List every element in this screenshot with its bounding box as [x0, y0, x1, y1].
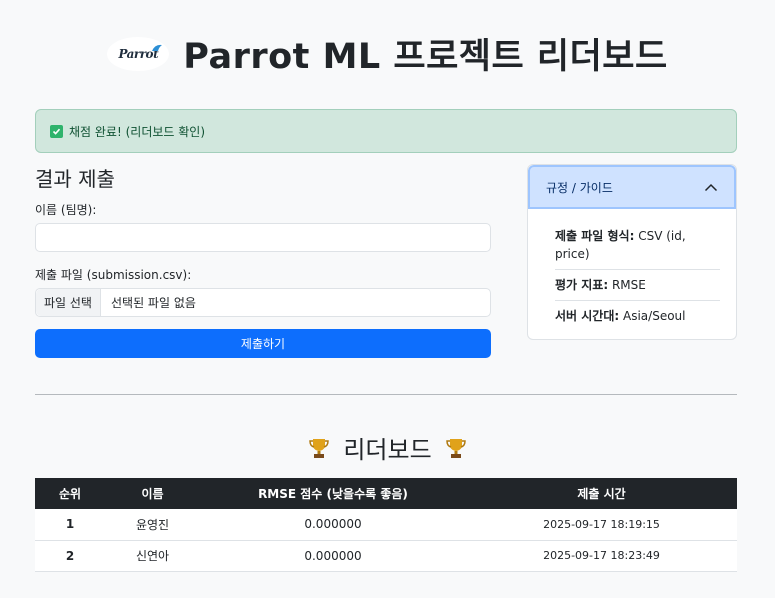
- success-alert: 채점 완료! (리더보드 확인): [35, 109, 737, 153]
- leaderboard-title: 리더보드: [343, 436, 432, 464]
- chevron-up-icon: [704, 183, 718, 191]
- submit-section-title: 결과 제출: [35, 167, 115, 191]
- guide-title: 규정 / 가이드: [546, 180, 613, 195]
- rank-cell: 1: [35, 509, 105, 541]
- guide-item: 평가 지표: RMSE: [555, 270, 720, 301]
- page-header: Parrot Parrot ML 프로젝트 리더보드: [0, 28, 775, 79]
- guide-item-value: RMSE: [611, 278, 646, 292]
- parrot-bird-icon: [152, 44, 163, 51]
- check-icon: [50, 124, 63, 138]
- section-divider: [35, 394, 737, 395]
- team-name-input[interactable]: [35, 223, 491, 252]
- page-title: Parrot ML 프로젝트 리더보드: [183, 37, 668, 77]
- guide-card: 규정 / 가이드 제출 파일 형식: CSV (id, price) 평가 지표…: [527, 164, 737, 340]
- table-row: 2 신연아 0.000000 2025-09-17 18:23:49: [35, 540, 737, 572]
- time-cell: 2025-09-17 18:23:49: [466, 540, 737, 572]
- submit-button[interactable]: 제출하기: [35, 329, 491, 358]
- guide-item: 제출 파일 형식: CSV (id, price): [555, 221, 720, 270]
- table-header-row: 순위 이름 RMSE 점수 (낮을수록 좋음) 제출 시간: [35, 478, 737, 509]
- column-header-time: 제출 시간: [466, 478, 737, 509]
- guide-item-key: 평가 지표:: [555, 278, 609, 292]
- leaderboard-heading: 리더보드: [0, 430, 775, 465]
- time-cell: 2025-09-17 18:19:15: [466, 509, 737, 541]
- guide-item-value: Asia/Seoul: [623, 309, 686, 323]
- file-label: 제출 파일 (submission.csv):: [35, 268, 192, 282]
- file-status-text: 선택된 파일 없음: [110, 296, 196, 310]
- leaderboard-table: 순위 이름 RMSE 점수 (낮을수록 좋음) 제출 시간 1 윤영진 0.00…: [35, 478, 737, 572]
- name-cell: 윤영진: [105, 509, 200, 541]
- file-input[interactable]: 파일 선택 선택된 파일 없음: [35, 288, 491, 317]
- alert-message: 채점 완료! (리더보드 확인): [69, 124, 206, 139]
- name-cell: 신연아: [105, 540, 200, 572]
- score-cell: 0.000000: [200, 509, 466, 541]
- name-label: 이름 (팀명):: [35, 203, 97, 217]
- guide-item-key: 서버 시간대:: [555, 309, 620, 323]
- guide-item: 서버 시간대: Asia/Seoul: [555, 301, 720, 331]
- guide-item-key: 제출 파일 형식:: [555, 229, 635, 243]
- guide-list: 제출 파일 형식: CSV (id, price) 평가 지표: RMSE 서버…: [528, 209, 736, 331]
- table-row: 1 윤영진 0.000000 2025-09-17 18:19:15: [35, 509, 737, 541]
- column-header-score: RMSE 점수 (낮을수록 좋음): [200, 478, 466, 509]
- choose-file-button[interactable]: 파일 선택: [36, 289, 101, 316]
- trophy-icon: [445, 438, 466, 458]
- column-header-name: 이름: [105, 478, 200, 509]
- parrot-logo: Parrot: [107, 36, 170, 71]
- trophy-icon: [309, 438, 330, 458]
- guide-toggle[interactable]: 규정 / 가이드: [528, 165, 736, 209]
- rank-cell: 2: [35, 540, 105, 572]
- column-header-rank: 순위: [35, 478, 105, 509]
- score-cell: 0.000000: [200, 540, 466, 572]
